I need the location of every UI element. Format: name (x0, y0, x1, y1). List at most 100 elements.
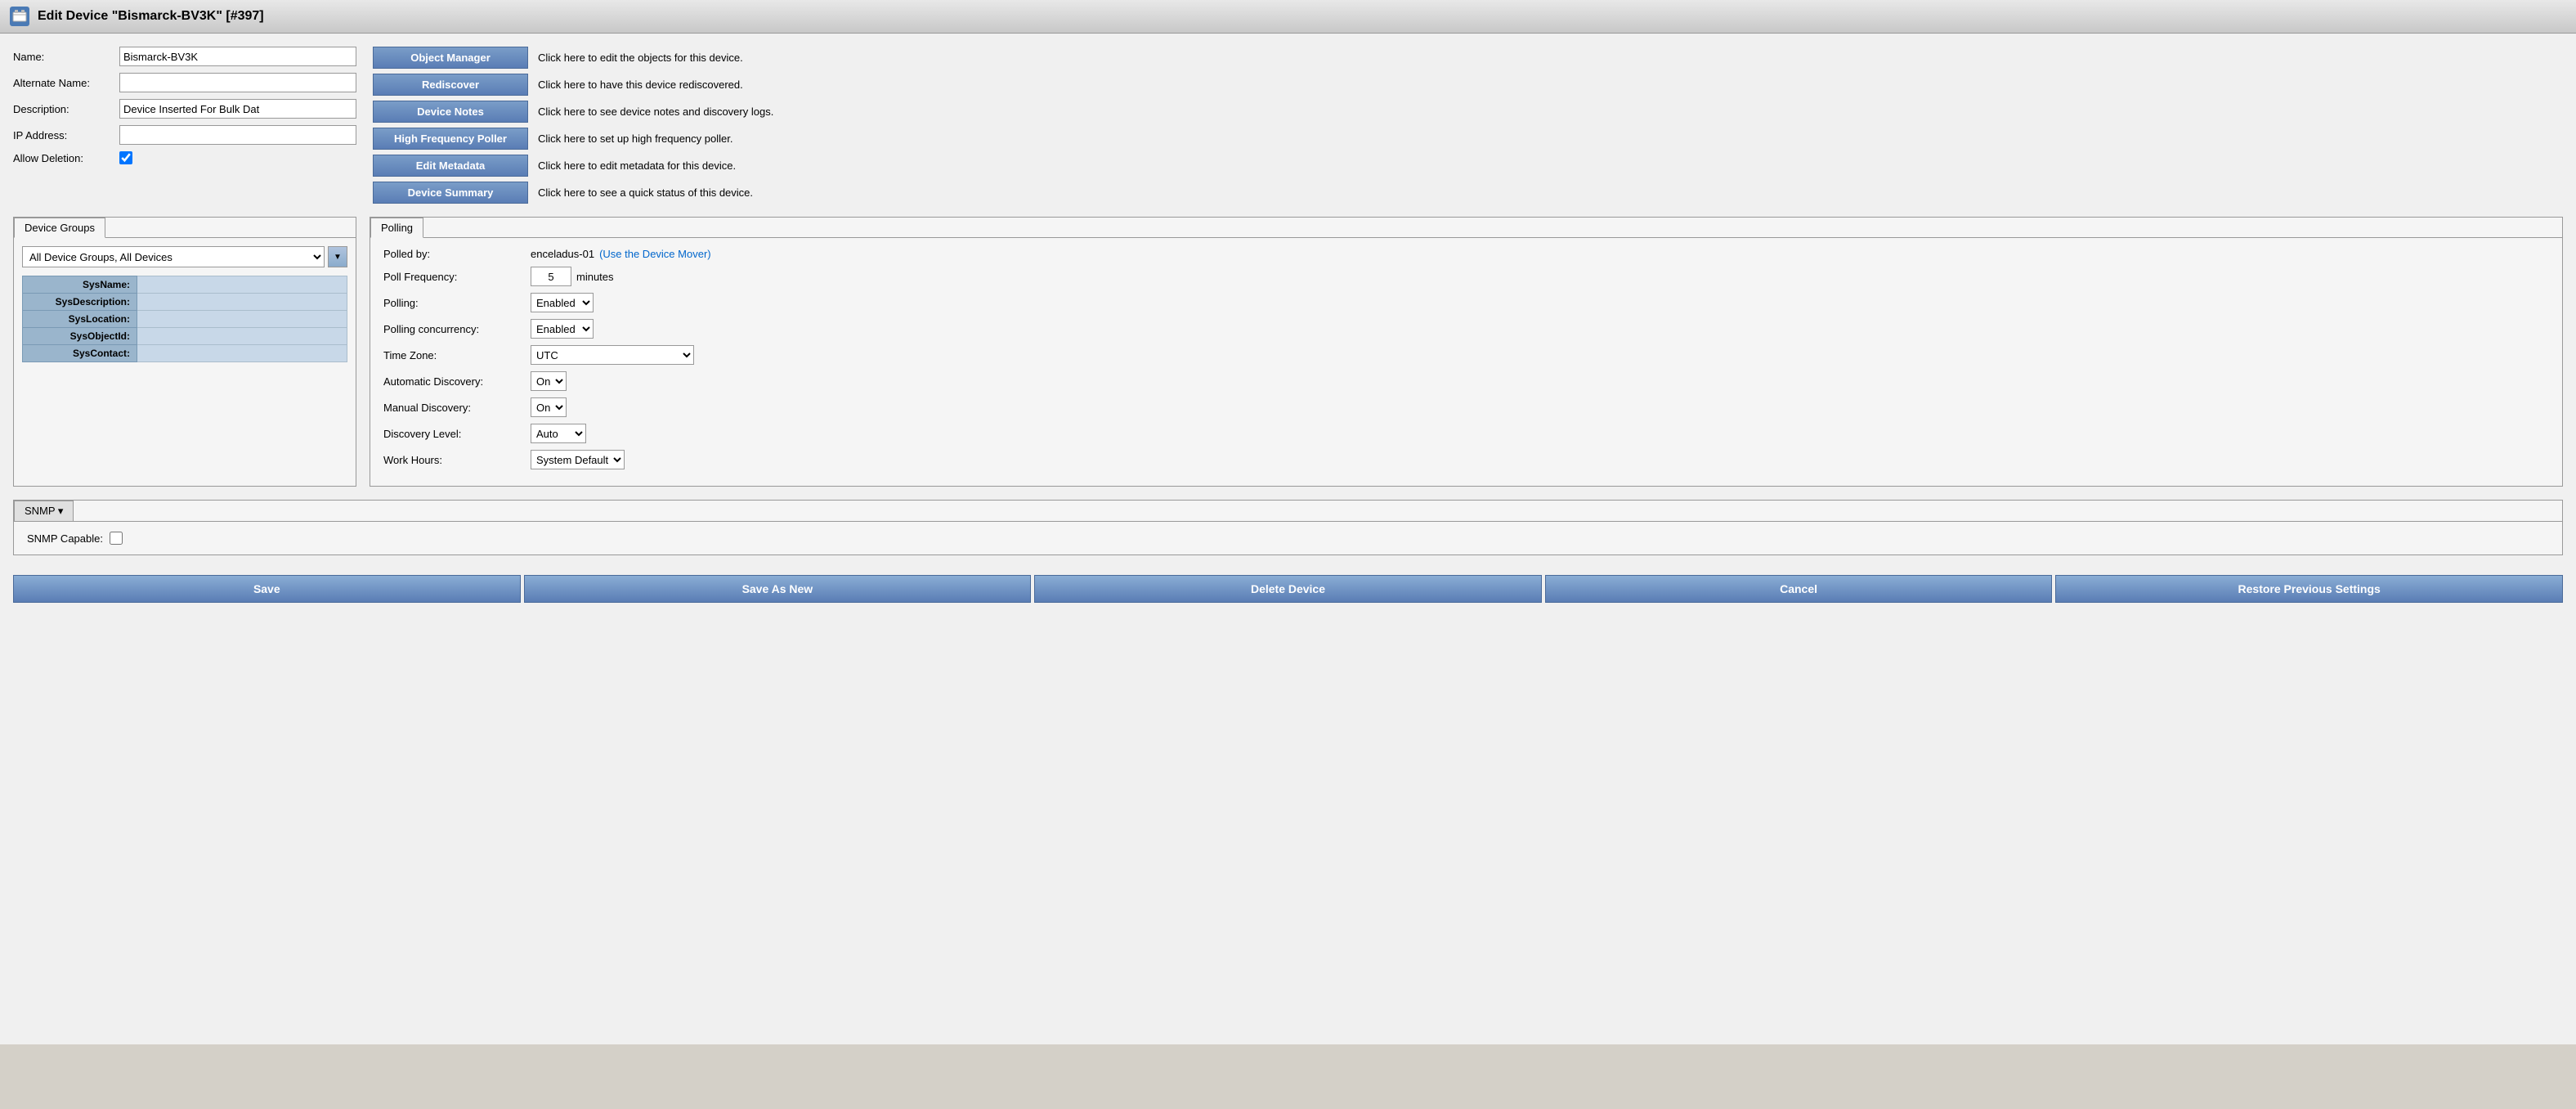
description-label: Description: (13, 103, 119, 115)
polling-label: Polling: (383, 297, 531, 309)
table-row: SysDescription: (23, 294, 347, 311)
alt-name-label: Alternate Name: (13, 77, 119, 89)
name-label: Name: (13, 51, 119, 63)
polled-by-label: Polled by: (383, 248, 531, 260)
poll-freq-value: minutes (531, 267, 614, 286)
ip-row: IP Address: (13, 125, 356, 145)
device-groups-panel: Device Groups All Device Groups, All Dev… (13, 217, 356, 487)
discovery-level-value: Auto Level 1 Level 2 Level 3 (531, 424, 586, 443)
manual-discovery-select[interactable]: On Off (531, 397, 567, 417)
poll-freq-label: Poll Frequency: (383, 271, 531, 283)
manual-discovery-value: On Off (531, 397, 567, 417)
middle-section: Device Groups All Device Groups, All Dev… (13, 217, 2563, 487)
time-zone-label: Time Zone: (383, 349, 531, 361)
device-summary-button[interactable]: Device Summary (373, 182, 528, 204)
polling-enabled-row: Polling: Enabled Disabled (383, 293, 2549, 312)
btn-row-edit-metadata: Edit Metadata Click here to edit metadat… (373, 155, 2563, 177)
high-freq-desc: Click here to set up high frequency poll… (538, 132, 732, 145)
name-input[interactable] (119, 47, 356, 66)
app-icon (10, 7, 29, 26)
object-manager-button[interactable]: Object Manager (373, 47, 528, 69)
object-manager-desc: Click here to edit the objects for this … (538, 52, 743, 64)
save-as-new-button[interactable]: Save As New (524, 575, 1032, 603)
description-row: Description: (13, 99, 356, 119)
edit-metadata-button[interactable]: Edit Metadata (373, 155, 528, 177)
snmp-body: SNMP Capable: (14, 521, 2562, 554)
delete-device-button[interactable]: Delete Device (1034, 575, 1542, 603)
rediscover-button[interactable]: Rediscover (373, 74, 528, 96)
left-fields: Name: Alternate Name: Description: IP Ad… (13, 47, 356, 204)
poll-freq-row: Poll Frequency: minutes (383, 267, 2549, 286)
polling-concurrency-select[interactable]: Enabled Disabled (531, 319, 594, 339)
polling-concurrency-label: Polling concurrency: (383, 323, 531, 335)
polled-by-value: enceladus-01 (Use the Device Mover) (531, 248, 711, 260)
sys-desc-label: SysDescription: (23, 294, 137, 311)
btn-row-device-summary: Device Summary Click here to see a quick… (373, 182, 2563, 204)
polling-tabs: Polling (370, 218, 2562, 238)
alt-name-row: Alternate Name: (13, 73, 356, 92)
snmp-capable-label: SNMP Capable: (27, 532, 103, 545)
restore-previous-button[interactable]: Restore Previous Settings (2055, 575, 2563, 603)
device-notes-button[interactable]: Device Notes (373, 101, 528, 123)
polling-select[interactable]: Enabled Disabled (531, 293, 594, 312)
auto-discovery-select[interactable]: On Off (531, 371, 567, 391)
main-content: Name: Alternate Name: Description: IP Ad… (0, 34, 2576, 1044)
save-button[interactable]: Save (13, 575, 521, 603)
work-hours-row: Work Hours: System Default Custom (383, 450, 2549, 469)
discovery-level-row: Discovery Level: Auto Level 1 Level 2 Le… (383, 424, 2549, 443)
polling-select-wrap: Enabled Disabled (531, 293, 594, 312)
footer-buttons: Save Save As New Delete Device Cancel Re… (13, 568, 2563, 609)
device-groups-select[interactable]: All Device Groups, All Devices (22, 246, 325, 267)
edit-metadata-desc: Click here to edit metadata for this dev… (538, 159, 736, 172)
group-select-arrow[interactable]: ▼ (328, 246, 347, 267)
allow-deletion-row: Allow Deletion: (13, 151, 356, 164)
rediscover-desc: Click here to have this device rediscove… (538, 79, 743, 91)
work-hours-select[interactable]: System Default Custom (531, 450, 625, 469)
sys-contact-value (137, 345, 347, 362)
discovery-level-select[interactable]: Auto Level 1 Level 2 Level 3 (531, 424, 586, 443)
page-title: Edit Device "Bismarck-BV3K" [#397] (38, 9, 264, 24)
polling-tab[interactable]: Polling (370, 218, 423, 238)
poll-freq-input[interactable] (531, 267, 571, 286)
snmp-section: SNMP ▾ SNMP Capable: (13, 500, 2563, 555)
sys-desc-value (137, 294, 347, 311)
work-hours-label: Work Hours: (383, 454, 531, 466)
table-row: SysContact: (23, 345, 347, 362)
action-buttons-panel: Object Manager Click here to edit the ob… (373, 47, 2563, 204)
cancel-button[interactable]: Cancel (1545, 575, 2053, 603)
title-bar: Edit Device "Bismarck-BV3K" [#397] (0, 0, 2576, 34)
alt-name-input[interactable] (119, 73, 356, 92)
discovery-level-label: Discovery Level: (383, 428, 531, 440)
manual-discovery-row: Manual Discovery: On Off (383, 397, 2549, 417)
allow-deletion-checkbox[interactable] (119, 151, 132, 164)
polled-by-server: enceladus-01 (531, 248, 594, 260)
sys-location-value (137, 311, 347, 328)
btn-row-object-manager: Object Manager Click here to edit the ob… (373, 47, 2563, 69)
time-zone-select[interactable]: UTC (531, 345, 694, 365)
auto-discovery-label: Automatic Discovery: (383, 375, 531, 388)
high-freq-poller-button[interactable]: High Frequency Poller (373, 128, 528, 150)
polling-concurrency-row: Polling concurrency: Enabled Disabled (383, 319, 2549, 339)
top-section: Name: Alternate Name: Description: IP Ad… (13, 47, 2563, 204)
sys-name-label: SysName: (23, 276, 137, 294)
time-zone-row: Time Zone: UTC (383, 345, 2549, 365)
auto-discovery-row: Automatic Discovery: On Off (383, 371, 2549, 391)
sys-contact-label: SysContact: (23, 345, 137, 362)
polling-body: Polled by: enceladus-01 (Use the Device … (370, 238, 2562, 486)
sys-name-value (137, 276, 347, 294)
description-input[interactable] (119, 99, 356, 119)
btn-row-rediscover: Rediscover Click here to have this devic… (373, 74, 2563, 96)
device-mover-link[interactable]: (Use the Device Mover) (599, 248, 711, 260)
name-row: Name: (13, 47, 356, 66)
snmp-capable-checkbox[interactable] (110, 532, 123, 545)
poll-freq-unit: minutes (576, 271, 614, 283)
sys-object-id-value (137, 328, 347, 345)
ip-input[interactable] (119, 125, 356, 145)
polled-by-row: Polled by: enceladus-01 (Use the Device … (383, 248, 2549, 260)
device-groups-tab[interactable]: Device Groups (14, 218, 105, 238)
sys-object-id-label: SysObjectId: (23, 328, 137, 345)
btn-row-device-notes: Device Notes Click here to see device no… (373, 101, 2563, 123)
ip-label: IP Address: (13, 129, 119, 141)
snmp-tab[interactable]: SNMP ▾ (14, 501, 74, 521)
device-summary-desc: Click here to see a quick status of this… (538, 186, 753, 199)
